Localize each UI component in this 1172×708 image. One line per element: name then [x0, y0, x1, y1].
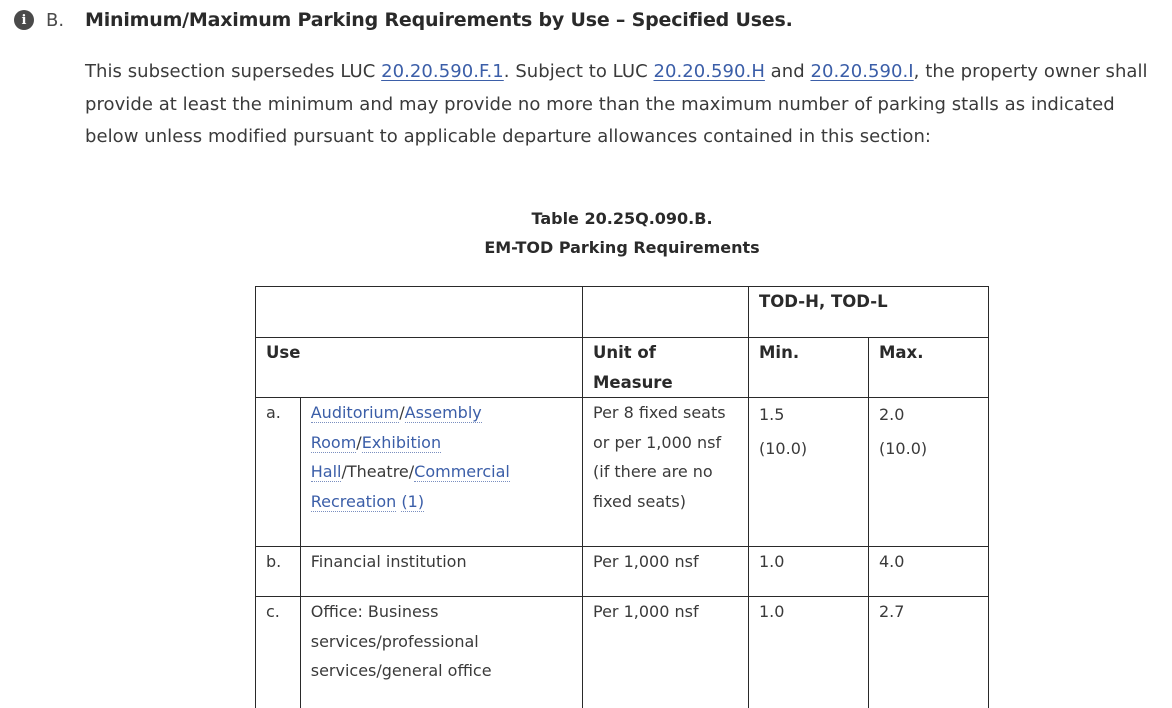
max-cell: 2.0 (10.0)	[868, 397, 989, 547]
luc-link-20-20-590-i[interactable]: 20.20.590.I	[810, 61, 913, 82]
min-value: 1.5	[759, 405, 785, 424]
unit-cell: Per 1,000 nsf	[582, 596, 749, 708]
table-row: a. Auditorium/Assembly Room/Exhibition H…	[255, 397, 989, 547]
auditorium-link[interactable]: Auditorium	[310, 403, 400, 423]
column-header-use: Use	[255, 337, 583, 398]
subsection-paragraph: This subsection supersedes LUC 20.20.590…	[85, 56, 1165, 154]
use-cell: Office: Business services/professional s…	[299, 596, 584, 708]
parking-requirements-table: TOD-H, TOD-L Use Unit of Measure Min. Ma…	[255, 286, 989, 708]
unit-cell: Per 8 fixed seats or per 1,000 nsf (if t…	[582, 397, 749, 547]
use-cell: Financial institution	[299, 546, 584, 597]
max-sub-value: (10.0)	[879, 439, 928, 458]
table-row: b. Financial institution Per 1,000 nsf 1…	[255, 546, 989, 597]
column-header-max: Max.	[868, 337, 989, 398]
header-empty-cell	[582, 286, 749, 338]
paragraph-text: and	[764, 61, 811, 82]
table-row: c. Office: Business services/professiona…	[255, 596, 989, 708]
column-header-min: Min.	[748, 337, 869, 398]
row-letter: c.	[255, 596, 301, 708]
column-header-unit: Unit of Measure	[582, 337, 749, 398]
max-cell: 4.0	[868, 546, 989, 597]
use-separator: /	[399, 403, 405, 422]
min-cell: 1.0	[748, 596, 869, 708]
unit-cell: Per 1,000 nsf	[582, 546, 749, 597]
info-icon[interactable]: i	[14, 10, 34, 30]
paragraph-text: This subsection supersedes LUC	[85, 61, 382, 82]
table-header-row: TOD-H, TOD-L	[255, 286, 989, 338]
use-separator: /Theatre/	[341, 462, 415, 481]
luc-link-20-20-590-f-1[interactable]: 20.20.590.F.1	[381, 61, 504, 82]
section-heading-row: i B.	[14, 6, 64, 34]
use-cell: Auditorium/Assembly Room/Exhibition Hall…	[299, 397, 584, 547]
min-sub-value: (10.0)	[759, 439, 808, 458]
document-page: i B. Minimum/Maximum Parking Requirement…	[0, 0, 1172, 708]
use-separator: /	[356, 432, 362, 452]
subsection-letter: B.	[46, 9, 65, 31]
table-column-header-row: Use Unit of Measure Min. Max.	[255, 337, 989, 398]
footnote-1-link[interactable]: (1)	[401, 491, 425, 512]
row-letter: a.	[255, 397, 301, 547]
row-letter: b.	[255, 546, 301, 597]
subsection-title: Minimum/Maximum Parking Requirements by …	[85, 9, 793, 31]
table-caption-number: Table 20.25Q.090.B.	[531, 209, 713, 228]
min-cell: 1.0	[748, 546, 869, 597]
min-cell: 1.5 (10.0)	[748, 397, 869, 547]
table-caption-title: EM-TOD Parking Requirements	[484, 238, 760, 257]
max-value: 2.0	[879, 405, 905, 424]
district-header: TOD-H, TOD-L	[748, 286, 989, 338]
max-cell: 2.7	[868, 596, 989, 708]
header-empty-cell	[255, 286, 583, 338]
paragraph-text: . Subject to LUC	[503, 61, 654, 82]
luc-link-20-20-590-h[interactable]: 20.20.590.H	[653, 61, 764, 82]
